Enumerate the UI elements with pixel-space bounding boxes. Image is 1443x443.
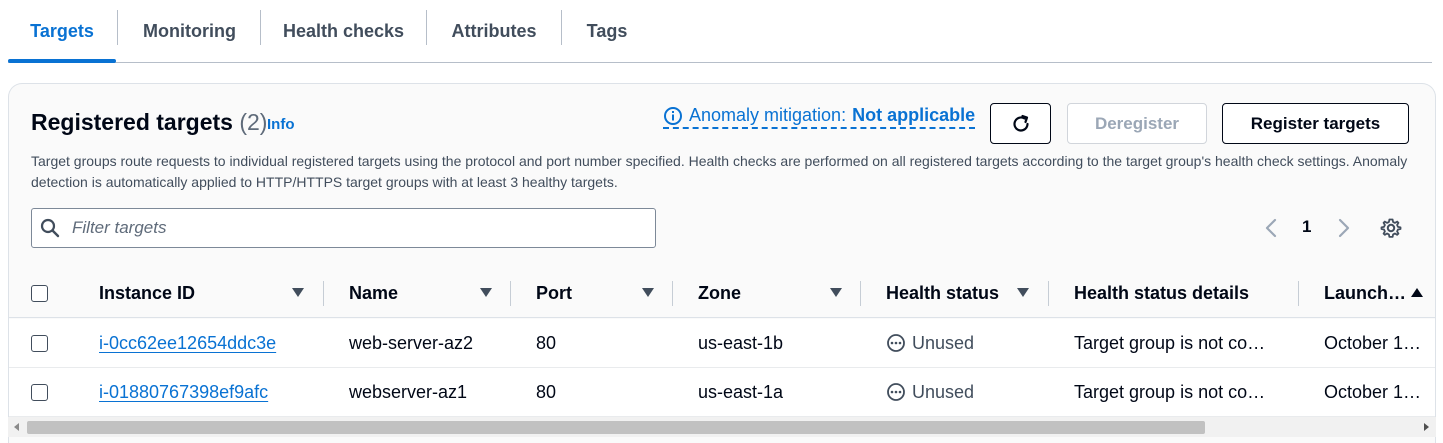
tab-targets[interactable]: Targets	[8, 0, 116, 62]
sort-icon[interactable]	[1017, 288, 1029, 297]
anomaly-label: Anomaly mitigation:	[689, 105, 847, 125]
instance-id-cell: i-0cc62ee12654ddc3e	[99, 319, 299, 367]
tab-attributes[interactable]: Attributes	[427, 0, 561, 62]
launch-cell: October 1…	[1324, 332, 1422, 353]
health-status-cell: Unused	[886, 368, 1036, 416]
page-number[interactable]: 1	[1302, 217, 1311, 237]
table-row: i-0cc62ee12654ddc3e web-server-az2 80 us…	[9, 319, 1435, 368]
column-header-launch[interactable]: Launch…	[1324, 269, 1409, 317]
refresh-button[interactable]	[990, 103, 1051, 144]
column-header-name[interactable]: Name	[349, 269, 479, 317]
health-details-cell: Target group is not co…	[1074, 332, 1266, 353]
sort-icon[interactable]	[292, 288, 304, 297]
column-header-zone[interactable]: Zone	[698, 269, 828, 317]
previous-page-icon[interactable]	[1264, 217, 1278, 239]
row-checkbox[interactable]	[31, 384, 48, 401]
gear-icon[interactable]	[1380, 217, 1402, 239]
status-unused-icon	[887, 383, 905, 401]
sort-ascending-icon[interactable]	[1411, 288, 1423, 297]
instance-id-link[interactable]: i-01880767398ef9afc	[99, 382, 268, 403]
column-resizer[interactable]	[323, 281, 324, 306]
instance-id-link[interactable]: i-0cc62ee12654ddc3e	[99, 333, 276, 354]
tab-health-checks[interactable]: Health checks	[261, 0, 426, 62]
anomaly-mitigation-link[interactable]: Anomaly mitigation: Not applicable	[663, 105, 976, 129]
column-resizer[interactable]	[860, 281, 861, 306]
deregister-button[interactable]: Deregister	[1067, 103, 1207, 144]
register-targets-button[interactable]: Register targets	[1222, 103, 1409, 144]
health-details-cell: Target group is not co…	[1074, 381, 1266, 402]
sort-icon[interactable]	[830, 288, 842, 297]
filter-field[interactable]	[31, 208, 656, 248]
instance-id-cell: i-01880767398ef9afc	[99, 368, 299, 416]
horizontal-scrollbar[interactable]	[8, 417, 1436, 437]
column-header-port[interactable]: Port	[536, 269, 636, 317]
row-checkbox[interactable]	[31, 335, 48, 352]
name-cell: webserver-az1	[349, 381, 468, 402]
health-status-text: Unused	[912, 332, 975, 353]
zone-cell: us-east-1b	[698, 332, 784, 353]
port-cell: 80	[536, 381, 557, 402]
info-circle-icon	[664, 106, 682, 125]
scroll-left-arrow-icon[interactable]	[14, 423, 19, 431]
tab-tags[interactable]: Tags	[562, 0, 652, 62]
column-resizer[interactable]	[510, 281, 511, 306]
registered-targets-panel: Registered targets (2) Info Anomaly miti…	[8, 83, 1436, 443]
next-page-icon[interactable]	[1337, 217, 1351, 239]
health-status-text: Unused	[912, 381, 975, 402]
refresh-icon	[1012, 114, 1029, 132]
filter-input[interactable]	[70, 217, 630, 239]
column-resizer[interactable]	[672, 281, 673, 306]
target-count: (2)	[239, 109, 268, 135]
description-text: Target groups route requests to individu…	[31, 153, 1408, 190]
anomaly-value: Not applicable	[852, 105, 976, 125]
table-header: Instance ID Name Port Zone Health status…	[9, 269, 1435, 318]
tab-bar: Targets Monitoring Health checks Attribu…	[8, 0, 1432, 63]
table-row: i-01880767398ef9afc webserver-az1 80 us-…	[9, 368, 1435, 417]
title-text: Registered targets	[31, 109, 233, 135]
search-icon	[40, 218, 60, 238]
active-tab-indicator	[8, 59, 116, 63]
column-header-health-status[interactable]: Health status	[886, 269, 1016, 317]
sort-icon[interactable]	[642, 288, 654, 297]
launch-cell: October 1…	[1324, 381, 1422, 402]
zone-cell: us-east-1a	[698, 381, 784, 402]
page-title: Registered targets (2)	[31, 109, 267, 136]
column-header-health-status-details[interactable]: Health status details	[1074, 269, 1284, 317]
tab-monitoring[interactable]: Monitoring	[118, 0, 261, 62]
status-unused-icon	[887, 334, 905, 352]
scroll-right-arrow-icon[interactable]	[1424, 423, 1429, 431]
info-link[interactable]: Info	[267, 116, 295, 133]
select-all-checkbox[interactable]	[31, 285, 48, 302]
column-resizer[interactable]	[1048, 281, 1049, 306]
column-header-instance-id[interactable]: Instance ID	[99, 269, 289, 317]
port-cell: 80	[536, 332, 557, 353]
name-cell: web-server-az2	[349, 332, 474, 353]
sort-icon[interactable]	[480, 288, 492, 297]
health-status-cell: Unused	[886, 319, 1036, 367]
column-resizer[interactable]	[1298, 281, 1299, 306]
scrollbar-thumb[interactable]	[27, 421, 1205, 434]
